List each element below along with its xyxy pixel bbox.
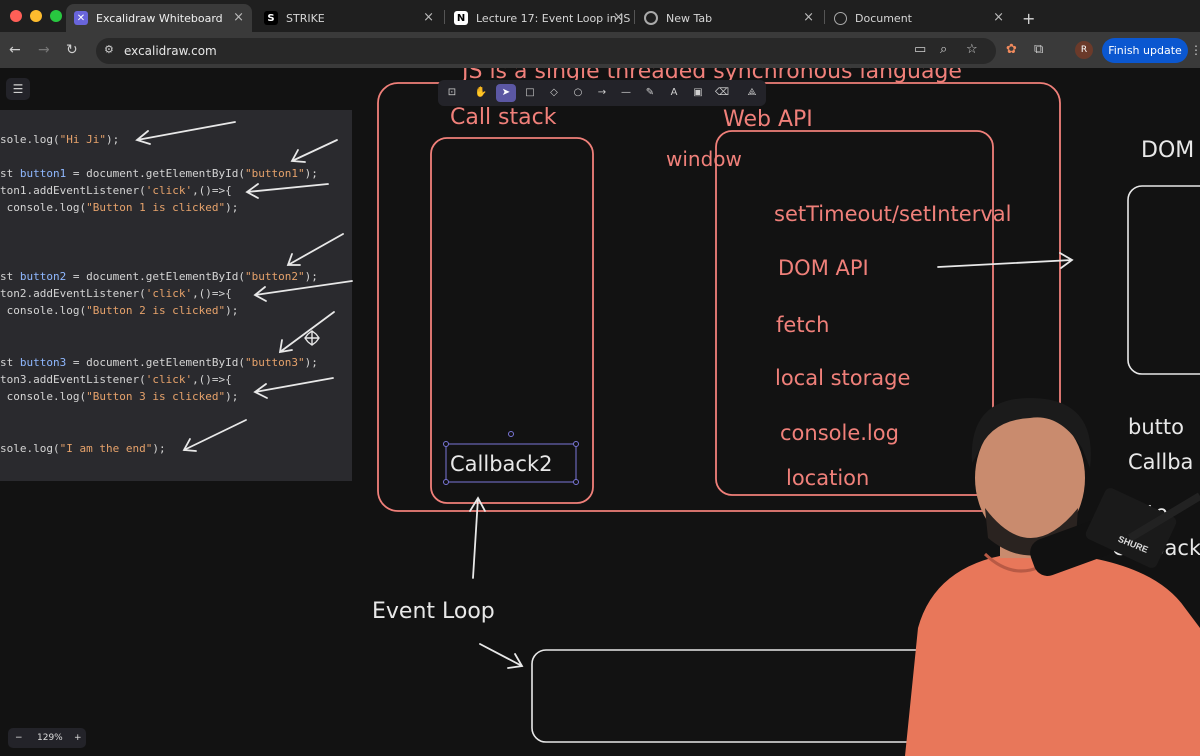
close-window-button[interactable]	[10, 10, 22, 22]
line-tool-icon[interactable]: —	[616, 84, 636, 102]
tab-separator	[444, 10, 445, 24]
zoom-out-button[interactable]: −	[15, 728, 23, 748]
selection-tool-icon[interactable]: ➤	[496, 84, 516, 102]
tab-title: New Tab	[666, 11, 713, 25]
puzzle-extensions-icon[interactable]: ⧉	[1034, 42, 1043, 58]
pencil-tool-icon[interactable]: ✎	[640, 84, 660, 102]
close-tab-icon[interactable]: ×	[613, 10, 624, 25]
excalidraw-icon: ✕	[74, 11, 88, 25]
back-arrow-icon[interactable]: ←	[9, 41, 21, 59]
plus-icon: +	[1022, 8, 1036, 28]
tab-title: STRIKE	[286, 11, 325, 25]
more-tools-icon[interactable]: ⟁	[742, 84, 762, 102]
tab-lecture[interactable]: N Lecture 17: Event Loop in JS ×	[446, 4, 632, 32]
chrome-icon	[644, 11, 658, 25]
arrow-tool-icon[interactable]: →	[592, 84, 612, 102]
close-tab-icon[interactable]: ×	[423, 10, 434, 25]
globe-icon	[834, 11, 847, 25]
forward-arrow-icon[interactable]: →	[38, 41, 50, 59]
tab-new-tab[interactable]: New Tab ×	[636, 4, 822, 32]
site-settings-icon[interactable]: ⚙	[104, 42, 114, 58]
tab-strike[interactable]: S STRIKE ×	[256, 4, 442, 32]
close-tab-icon[interactable]: ×	[233, 10, 244, 25]
reload-icon[interactable]: ↻	[66, 41, 78, 59]
lock-icon[interactable]: ⊡	[442, 84, 462, 102]
extension-icon[interactable]: ✿	[1006, 42, 1017, 58]
bookmark-star-icon[interactable]: ☆	[966, 42, 978, 58]
rectangle-tool-icon[interactable]: □	[520, 84, 540, 102]
excalidraw-canvas[interactable]: ☰ sole.log("Hi Ji"); st button1 = docume…	[0, 68, 1200, 756]
tab-excalidraw[interactable]: ✕ Excalidraw Whiteboard ×	[66, 4, 252, 32]
zoom-level[interactable]: 129%	[37, 728, 63, 748]
close-tab-icon[interactable]: ×	[993, 10, 1004, 25]
zoom-controls: − 129% +	[8, 728, 86, 748]
eraser-tool-icon[interactable]: ⌫	[712, 84, 732, 102]
strike-icon: S	[264, 11, 278, 25]
tab-title: Excalidraw Whiteboard	[96, 11, 223, 25]
presenter-video-overlay: SHURE	[905, 398, 1200, 756]
notion-icon: N	[454, 11, 468, 25]
tab-title: Lecture 17: Event Loop in JS	[476, 11, 631, 25]
browser-tab-bar: ✕ Excalidraw Whiteboard × S STRIKE × N L…	[0, 0, 1200, 32]
ellipse-tool-icon[interactable]: ○	[568, 84, 588, 102]
tab-separator	[824, 10, 825, 24]
zoom-in-button[interactable]: +	[74, 728, 82, 748]
cast-icon[interactable]: ▭	[914, 42, 926, 58]
tab-document[interactable]: Document ×	[826, 4, 1012, 32]
kebab-menu-icon[interactable]: ⋮	[1190, 42, 1200, 58]
tab-separator	[634, 10, 635, 24]
shape-toolbar: ⊡ ✋ ➤ □ ◇ ○ → — ✎ A ▣ ⌫ ⟁	[438, 80, 766, 106]
finish-update-button[interactable]: Finish update	[1102, 38, 1188, 63]
text-tool-icon[interactable]: A	[664, 84, 684, 102]
diamond-tool-icon[interactable]: ◇	[544, 84, 564, 102]
url-text[interactable]: excalidraw.com	[124, 43, 217, 59]
new-tab-button[interactable]: +	[1014, 4, 1040, 32]
minimize-window-button[interactable]	[30, 10, 42, 22]
image-tool-icon[interactable]: ▣	[688, 84, 708, 102]
tab-title: Document	[855, 11, 912, 25]
profile-avatar[interactable]: R	[1075, 41, 1093, 59]
close-tab-icon[interactable]: ×	[803, 10, 814, 25]
hand-tool-icon[interactable]: ✋	[471, 84, 491, 102]
address-bar[interactable]	[96, 38, 996, 64]
zoom-icon[interactable]: ⌕	[940, 42, 947, 58]
maximize-window-button[interactable]	[50, 10, 62, 22]
